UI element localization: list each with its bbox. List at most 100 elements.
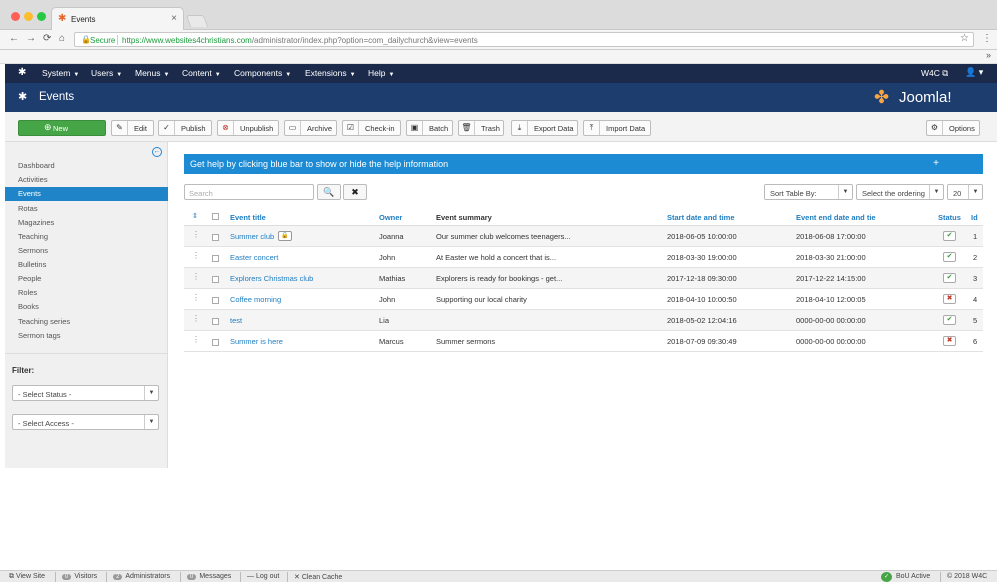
new-tab-button[interactable]: [185, 15, 209, 27]
archive-button[interactable]: ▭ Archive: [284, 120, 337, 136]
batch-button[interactable]: ▣ Batch: [406, 120, 453, 136]
list-limit-select[interactable]: 20 ▼: [947, 184, 983, 200]
sidebar-item-roles[interactable]: Roles: [5, 286, 168, 300]
joomla-menu-icon[interactable]: ✱: [18, 67, 26, 78]
url-field[interactable]: 🔒 Secure https://www.websites4christians…: [74, 32, 974, 47]
sidebar-item-sermons[interactable]: Sermons: [5, 244, 168, 258]
browser-tab[interactable]: ✱ Events ×: [51, 7, 184, 30]
drag-handle-icon[interactable]: ⋮: [192, 251, 200, 260]
menu-extensions[interactable]: Extensions ▼: [305, 68, 356, 78]
row-checkbox[interactable]: [212, 276, 219, 283]
unpublished-x-icon[interactable]: ✖: [943, 294, 956, 304]
view-site-link[interactable]: ⧉ View Site: [9, 573, 45, 581]
help-toggle-bar[interactable]: Get help by clicking blue bar to show or…: [184, 154, 983, 174]
column-status[interactable]: Status: [938, 213, 961, 222]
maximize-window-button[interactable]: [37, 12, 46, 21]
clear-search-button[interactable]: ✖: [343, 184, 367, 200]
checkin-button[interactable]: ☑ Check-in: [342, 120, 401, 136]
column-end-date[interactable]: Event end date and tie: [796, 213, 876, 222]
drag-handle-icon[interactable]: ⋮: [192, 293, 200, 302]
select-all-checkbox[interactable]: [212, 213, 219, 220]
sidebar-item-bulletins[interactable]: Bulletins: [5, 258, 168, 272]
menu-users[interactable]: Users ▼: [91, 68, 122, 78]
drag-handle-icon[interactable]: ⋮: [192, 272, 200, 281]
sort-table-select[interactable]: Sort Table By: ▼: [764, 184, 853, 200]
sidebar-item-people[interactable]: People: [5, 272, 168, 286]
drag-handle-icon[interactable]: ⋮: [192, 230, 200, 239]
menu-content[interactable]: Content ▼: [182, 68, 221, 78]
bou-active-label[interactable]: BoU Active: [896, 573, 930, 580]
edit-button[interactable]: ✎ Edit: [111, 120, 154, 136]
clean-cache-link[interactable]: ✕ Clean Cache: [294, 573, 342, 581]
published-check-icon[interactable]: ✔: [943, 273, 956, 283]
sidebar-item-dashboard[interactable]: Dashboard: [5, 159, 168, 173]
messages-indicator[interactable]: 0 Messages: [187, 573, 231, 580]
extensions-overflow-icon[interactable]: »: [986, 50, 991, 60]
column-id[interactable]: Id: [971, 213, 978, 222]
import-data-button[interactable]: ⤒ Import Data: [583, 120, 651, 136]
sort-table-value: Sort Table By:: [770, 189, 817, 198]
published-check-icon[interactable]: ✔: [943, 252, 956, 262]
menu-help[interactable]: Help ▼: [368, 68, 394, 78]
column-event-title[interactable]: Event title: [230, 213, 266, 222]
event-title-link[interactable]: Explorers Christmas club: [230, 274, 313, 283]
search-input[interactable]: Search: [184, 184, 314, 200]
access-filter-select[interactable]: - Select Access - ▼: [12, 414, 159, 430]
menu-menus[interactable]: Menus ▼: [135, 68, 169, 78]
close-window-button[interactable]: [11, 12, 20, 21]
access-filter-value: - Select Access -: [18, 419, 74, 428]
view-site-link[interactable]: W4C ⧉: [921, 68, 948, 79]
sidebar-item-sermon-tags[interactable]: Sermon tags: [5, 329, 168, 343]
ordering-select[interactable]: Select the ordering ▼: [856, 184, 944, 200]
status-filter-select[interactable]: - Select Status - ▼: [12, 385, 159, 401]
menu-components[interactable]: Components ▼: [234, 68, 291, 78]
sidebar-item-books[interactable]: Books: [5, 300, 168, 314]
sidebar-item-teaching-series[interactable]: Teaching series: [5, 315, 168, 329]
options-button[interactable]: ⚙ Options: [926, 120, 980, 136]
back-icon[interactable]: ←: [9, 33, 19, 45]
checked-out-lock-icon[interactable]: 🔒: [278, 231, 292, 241]
collapse-sidebar-icon[interactable]: ←: [152, 147, 162, 157]
drag-handle-icon[interactable]: ⋮: [192, 314, 200, 323]
event-title-link[interactable]: test: [230, 316, 242, 325]
administrators-indicator[interactable]: 2 Administrators: [113, 573, 170, 580]
published-check-icon[interactable]: ✔: [943, 231, 956, 241]
column-owner[interactable]: Owner: [379, 213, 402, 222]
new-button[interactable]: ⊕ New: [18, 120, 106, 136]
drag-handle-icon[interactable]: ⋮: [192, 335, 200, 344]
tab-close-icon[interactable]: ×: [171, 13, 177, 24]
sidebar-item-magazines[interactable]: Magazines: [5, 216, 168, 230]
row-checkbox[interactable]: [212, 339, 219, 346]
row-checkbox[interactable]: [212, 318, 219, 325]
home-icon[interactable]: ⌂: [59, 33, 65, 45]
sidebar-item-teaching[interactable]: Teaching: [5, 230, 168, 244]
sidebar-item-events[interactable]: Events: [5, 187, 168, 201]
row-checkbox[interactable]: [212, 234, 219, 241]
reload-icon[interactable]: ⟳: [43, 33, 51, 45]
minimize-window-button[interactable]: [24, 12, 33, 21]
event-title-link[interactable]: Coffee morning: [230, 295, 281, 304]
visitors-indicator[interactable]: 0 Visitors: [62, 573, 97, 580]
forward-icon[interactable]: →: [26, 33, 36, 45]
sort-order-icon[interactable]: ⇕: [192, 212, 198, 220]
row-checkbox[interactable]: [212, 255, 219, 262]
trash-button[interactable]: 🗑 Trash: [458, 120, 504, 136]
sidebar-item-activities[interactable]: Activities: [5, 173, 168, 187]
published-check-icon[interactable]: ✔: [943, 315, 956, 325]
row-checkbox[interactable]: [212, 297, 219, 304]
browser-menu-icon[interactable]: ⋮: [982, 33, 992, 44]
search-button[interactable]: 🔍: [317, 184, 341, 200]
unpublished-x-icon[interactable]: ✖: [943, 336, 956, 346]
export-data-button[interactable]: ⤓ Export Data: [511, 120, 578, 136]
menu-system[interactable]: System ▼: [42, 68, 79, 78]
user-menu-icon[interactable]: 👤 ▾: [965, 67, 983, 78]
event-title-link[interactable]: Summer is here: [230, 337, 283, 346]
sidebar-item-rotas[interactable]: Rotas: [5, 202, 168, 216]
publish-button[interactable]: ✓ Publish: [158, 120, 212, 136]
logout-link[interactable]: — Log out: [247, 573, 279, 580]
unpublish-button[interactable]: ⊗ Unpublish: [217, 120, 279, 136]
column-start-date[interactable]: Start date and time: [667, 213, 735, 222]
bookmark-star-icon[interactable]: ☆: [960, 33, 969, 44]
event-title-link[interactable]: Summer club: [230, 232, 274, 241]
event-title-link[interactable]: Easter concert: [230, 253, 278, 262]
